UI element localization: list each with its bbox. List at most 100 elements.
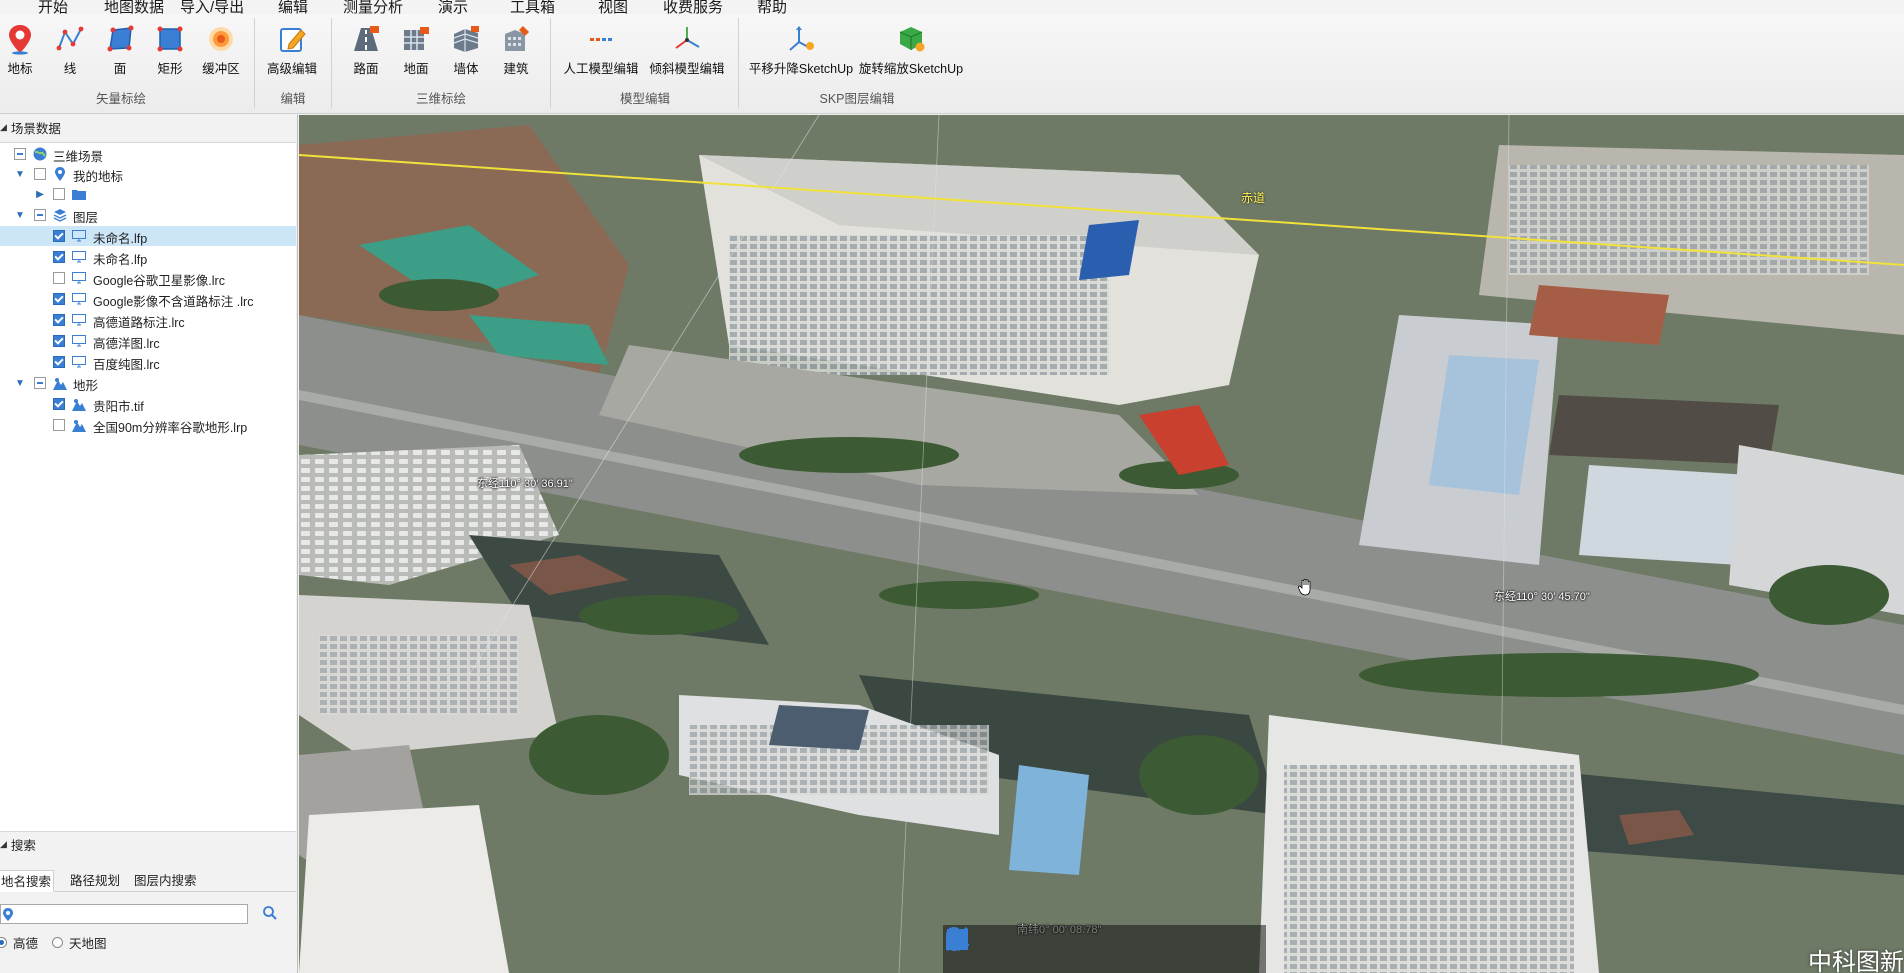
folder-icon [72, 187, 86, 201]
tree-checkbox[interactable] [53, 398, 65, 410]
menu-import-export[interactable]: 导入/导出 [180, 0, 244, 14]
ground-icon [399, 22, 433, 56]
hand-cursor-icon [1298, 578, 1311, 596]
monitor-icon [72, 355, 86, 369]
menu-start[interactable]: 开始 [38, 0, 68, 14]
line-tool-button[interactable] [945, 926, 1148, 967]
translate-lift-sketchup-button[interactable]: 平移升降SketchUp [748, 22, 854, 84]
ground-button[interactable]: 地面 [398, 22, 434, 84]
tree-expander[interactable]: ▼ [13, 164, 27, 184]
group-separator [550, 18, 551, 108]
advanced-edit-button[interactable]: 高级编辑 [264, 22, 320, 84]
tree-item-folder[interactable]: ▶ [0, 184, 296, 204]
search-input[interactable] [0, 904, 248, 924]
tree-item-layer[interactable]: Google谷歌卫星影像.lrc [0, 268, 296, 288]
watermark: 中科图新 [1808, 949, 1904, 973]
menu-edit[interactable]: 编辑 [278, 0, 308, 14]
menu-paid-services[interactable]: 收费服务 [663, 0, 723, 14]
buffer-button[interactable]: 缓冲区 [198, 22, 244, 84]
tree-item-3d-scene[interactable]: ▼ 三维场景 [0, 144, 296, 164]
tree-checkbox[interactable] [53, 251, 65, 263]
tree-expander[interactable]: ▼ [13, 205, 27, 225]
placemark-tool-button[interactable] [946, 927, 1097, 967]
tree-expander[interactable]: ▶ [33, 184, 47, 204]
tree-item-terrain-file[interactable]: 全国90m分辨率谷歌地形.lrp [0, 415, 296, 435]
group-label-vector: 矢量标绘 [95, 92, 147, 106]
menu-demo[interactable]: 演示 [438, 0, 468, 14]
wall-button[interactable]: 墙体 [448, 22, 484, 84]
line-button[interactable]: 线 [52, 22, 88, 84]
tree-item-terrain[interactable]: ▼ 地形 [0, 373, 296, 393]
tree-checkbox[interactable] [53, 356, 65, 368]
radio-tianditu[interactable]: 天地图 [52, 933, 107, 952]
tree-item-layer[interactable]: 高德道路标注.lrc [0, 310, 296, 330]
tree-item-layers[interactable]: ▼ 图层 [0, 205, 296, 225]
tree-checkbox[interactable] [53, 419, 65, 431]
terrain-icon [53, 376, 67, 390]
tree-checkbox[interactable] [53, 293, 65, 305]
tree-item-layer[interactable]: 百度纯图.lrc [0, 352, 296, 372]
collapse-caret-icon: ◢ [0, 121, 7, 132]
search-header[interactable]: ◢ 搜索 [0, 835, 36, 853]
tree-item-terrain-file[interactable]: 贵阳市.tif [0, 394, 296, 414]
chart-tool-button[interactable] [946, 930, 1249, 967]
equator-label: 赤道 [1241, 191, 1266, 205]
left-panel: ◢ 场景数据 ▼ 三维场景 ▼ 我的地标 ▶ [0, 115, 298, 973]
tree-checkbox[interactable] [53, 335, 65, 347]
menu-map-data[interactable]: 地图数据 [104, 0, 164, 14]
tree-checkbox[interactable] [53, 272, 65, 284]
tree-checkbox[interactable] [14, 148, 26, 160]
scene-data-header[interactable]: ◢ 场景数据 [0, 118, 61, 136]
tree-checkbox[interactable] [34, 377, 46, 389]
tree-checkbox[interactable] [53, 188, 65, 200]
tree-item-layer[interactable]: 高德洋图.lrc [0, 331, 296, 351]
polygon-button[interactable]: 面 [102, 22, 138, 84]
tab-layer-search[interactable]: 图层内搜索 [132, 870, 199, 892]
placemark-icon [53, 167, 67, 181]
wall-icon [449, 22, 483, 56]
menu-view[interactable]: 视图 [598, 0, 628, 14]
radio-amap[interactable]: 高德 [0, 933, 38, 952]
oblique-model-edit-button[interactable]: 倾斜模型编辑 [648, 22, 726, 84]
rotate-scale-sketchup-button[interactable]: 旋转缩放SketchUp [858, 22, 964, 84]
tree-checkbox[interactable] [34, 209, 46, 221]
tree-checkbox[interactable] [53, 314, 65, 326]
monitor-icon [72, 250, 86, 264]
3d-map-viewport[interactable]: 赤道 东经110° 30′ 36.91" 东经110° 30′ 45.70" 南… [299, 115, 1904, 973]
group-label-model: 模型编辑 [619, 92, 671, 106]
map-tools-bar [943, 925, 1266, 973]
area-tool-button[interactable] [947, 929, 1198, 967]
rectangle-button[interactable]: 矩形 [152, 22, 188, 84]
group-separator [254, 18, 255, 108]
menu-toolbox[interactable]: 工具箱 [510, 0, 555, 14]
monitor-icon [72, 229, 86, 243]
menu-measure[interactable]: 测量分析 [343, 0, 403, 14]
menu-help[interactable]: 帮助 [757, 0, 787, 14]
tree-expander[interactable]: ▼ [13, 373, 27, 393]
tab-route-planning[interactable]: 路径规划 [68, 870, 122, 892]
group-label-3d: 三维标绘 [415, 92, 467, 106]
tree-checkbox[interactable] [34, 168, 46, 180]
location-pin-icon [3, 908, 13, 921]
rotate-scale-icon [894, 22, 928, 56]
radio-dot [52, 937, 63, 948]
search-button[interactable] [262, 905, 280, 923]
group-label-edit: 编辑 [280, 92, 306, 106]
manual-model-icon [584, 22, 618, 56]
tree-checkbox[interactable] [53, 230, 65, 242]
select-tool-button[interactable] [949, 928, 1047, 967]
tree-item-layer[interactable]: 未命名.lfp [0, 226, 296, 246]
terrain-icon [72, 418, 86, 432]
manual-model-edit-button[interactable]: 人工模型编辑 [562, 22, 640, 84]
road-surface-button[interactable]: 路面 [348, 22, 384, 84]
tree-item-layer[interactable]: 未命名.lfp [0, 247, 296, 267]
polyline-icon [53, 22, 87, 56]
tree-item-my-placemarks[interactable]: ▼ 我的地标 [0, 164, 296, 184]
aerial-scene [299, 115, 1904, 973]
placemark-button[interactable]: 地标 [2, 22, 38, 84]
tab-place-search[interactable]: 地名搜索 [0, 870, 55, 892]
menu-bar: 开始 地图数据 导入/导出 编辑 测量分析 演示 工具箱 视图 收费服务 帮助 [0, 0, 1904, 14]
tree-item-layer[interactable]: Google影像不含道路标注 .lrc [0, 289, 296, 309]
terrain-icon [72, 397, 86, 411]
building-button[interactable]: 建筑 [498, 22, 534, 84]
